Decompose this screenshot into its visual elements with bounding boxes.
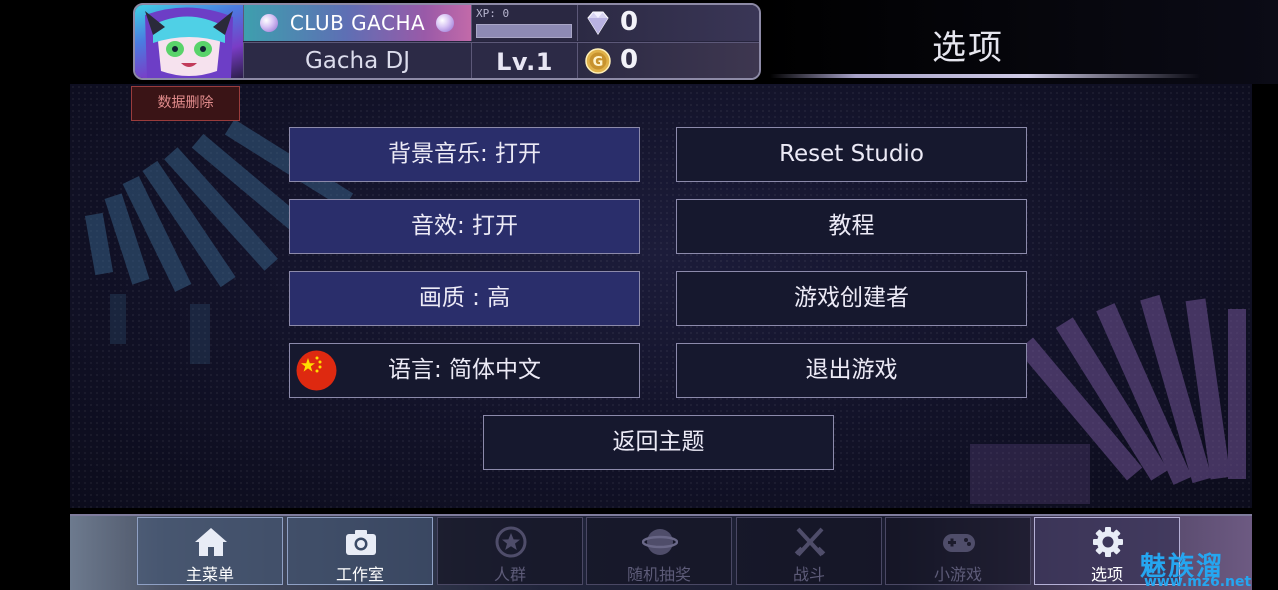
crossed-swords-icon [794, 527, 826, 557]
nav-label: 主菜单 [185, 565, 234, 584]
sfx-toggle-button[interactable]: 音效: 打开 [289, 199, 640, 254]
gear-icon [1093, 527, 1123, 557]
gold-counter[interactable]: G 0 [577, 42, 759, 78]
home-icon [195, 528, 227, 556]
nav-minigames[interactable]: 小游戏 [885, 517, 1031, 585]
equalizer-right [970, 294, 1246, 504]
nav-crowd[interactable]: 人群 [437, 517, 583, 585]
gamepad-icon [943, 534, 975, 552]
player-name-row: Gacha DJ [243, 42, 471, 78]
tutorial-button[interactable]: 教程 [676, 199, 1027, 254]
options-screen: 选项 CLUB GACHA Gacha DJ XP: 0 Lv.1 0 G 0 … [0, 0, 1278, 590]
nav-label: 人群 [493, 565, 526, 584]
camera-icon [346, 530, 376, 555]
club-banner: CLUB GACHA [243, 5, 471, 41]
gold-coin-icon: G [585, 48, 611, 74]
gem-counter[interactable]: 0 [577, 5, 759, 41]
nav-gacha[interactable]: 随机抽奖 [586, 517, 732, 585]
xp-label: XP: 0 [476, 7, 510, 20]
back-to-title-button[interactable]: 返回主题 [483, 415, 834, 470]
svg-text:G: G [593, 55, 604, 70]
nav-label: 随机抽奖 [626, 565, 691, 584]
gold-count: 0 [620, 45, 639, 75]
title-underline [770, 74, 1200, 78]
player-name: Gacha DJ [304, 48, 411, 74]
credits-button[interactable]: 游戏创建者 [676, 271, 1027, 326]
player-card[interactable]: CLUB GACHA Gacha DJ XP: 0 Lv.1 0 G 0 [133, 3, 761, 80]
club-orb-right-icon [436, 14, 454, 32]
xp-progress-bar [476, 24, 572, 38]
china-flag-icon [296, 350, 337, 391]
star-icon [495, 526, 527, 558]
player-avatar[interactable] [135, 5, 243, 78]
level-cell: Lv.1 [471, 42, 577, 78]
exit-game-button[interactable]: 退出游戏 [676, 343, 1027, 398]
avatar-face-icon [145, 7, 233, 78]
gem-count: 0 [620, 7, 639, 37]
language-button[interactable]: 语言: 简体中文 [289, 343, 640, 398]
level-label: Lv.1 [496, 48, 553, 76]
watermark-url: www.mz6.net [1144, 574, 1252, 590]
site-watermark: 魅族溜 www.mz6.net [1140, 546, 1278, 590]
reset-studio-button[interactable]: Reset Studio [676, 127, 1027, 182]
nav-battle[interactable]: 战斗 [736, 517, 882, 585]
nav-label: 战斗 [792, 565, 825, 584]
delete-data-button[interactable]: 数据删除 [131, 86, 240, 121]
xp-cell: XP: 0 [471, 5, 577, 41]
bgm-toggle-button[interactable]: 背景音乐: 打开 [289, 127, 640, 182]
diamond-icon [587, 11, 609, 35]
orb-icon [642, 529, 678, 555]
nav-main-menu[interactable]: 主菜单 [137, 517, 283, 585]
quality-button[interactable]: 画质 : 高 [289, 271, 640, 326]
page-title: 选项 [932, 28, 1004, 68]
language-label: 语言: 简体中文 [387, 357, 542, 383]
nav-label: 小游戏 [933, 565, 982, 584]
nav-label: 工作室 [335, 565, 384, 584]
nav-studio[interactable]: 工作室 [287, 517, 433, 585]
